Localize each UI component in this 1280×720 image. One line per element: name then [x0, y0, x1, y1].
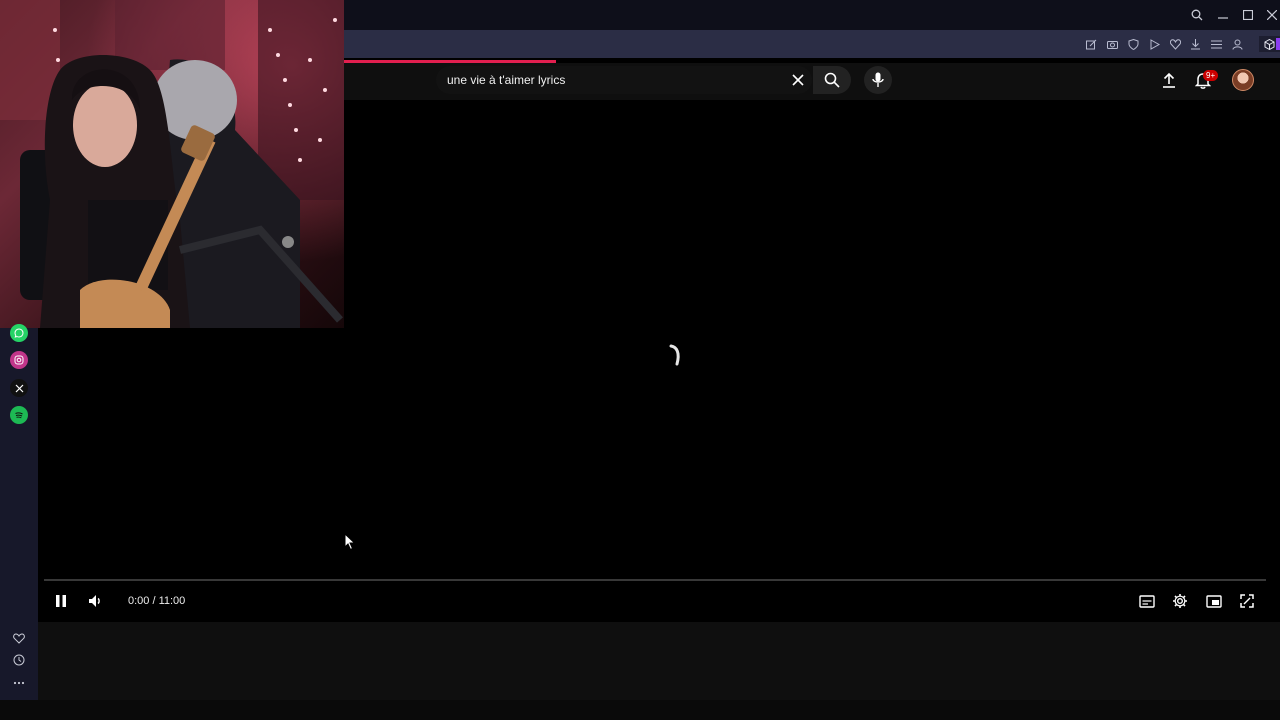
clear-search-icon[interactable] — [789, 71, 807, 89]
upload-button[interactable] — [1159, 70, 1179, 90]
volume-icon — [89, 595, 100, 607]
menu-icon[interactable] — [1208, 36, 1224, 52]
volume-button[interactable] — [85, 590, 107, 612]
pause-button[interactable] — [50, 590, 72, 612]
profile-icon[interactable] — [1229, 36, 1245, 52]
notification-badge: 9+ — [1203, 70, 1219, 81]
search-button[interactable] — [813, 66, 851, 94]
pause-icon — [56, 595, 66, 607]
search-icon — [824, 72, 840, 88]
below-player-area — [38, 622, 1280, 700]
mouse-cursor-icon — [344, 532, 356, 551]
play-icon[interactable] — [1146, 36, 1162, 52]
subtitles-icon — [1139, 594, 1155, 608]
settings-button[interactable] — [1169, 590, 1191, 612]
minimize-icon[interactable] — [1214, 6, 1232, 24]
theater-mode-icon — [1206, 594, 1222, 608]
maximize-icon[interactable] — [1239, 6, 1257, 24]
close-icon[interactable] — [1263, 6, 1280, 24]
progress-bar[interactable] — [44, 579, 1266, 581]
heart-icon[interactable] — [1167, 36, 1183, 52]
voice-search-button[interactable] — [864, 66, 892, 94]
microphone-icon — [872, 72, 884, 87]
subtitles-button[interactable] — [1136, 590, 1158, 612]
x-icon[interactable] — [10, 379, 28, 397]
time-display: 0:00 / 11:00 — [128, 595, 186, 607]
fullscreen-button[interactable] — [1236, 590, 1258, 612]
spotify-icon[interactable] — [10, 406, 28, 424]
search-input[interactable]: une vie à t'aimer lyrics — [447, 73, 565, 87]
avatar[interactable] — [1232, 69, 1254, 91]
whatsapp-icon[interactable] — [10, 324, 28, 342]
search-icon[interactable] — [1188, 6, 1206, 24]
theater-mode-button[interactable] — [1203, 590, 1225, 612]
heart-icon[interactable] — [10, 629, 28, 647]
history-icon[interactable] — [10, 651, 28, 669]
edit-icon[interactable] — [1083, 36, 1099, 52]
fullscreen-icon — [1240, 594, 1254, 608]
more-icon[interactable] — [10, 674, 28, 692]
instagram-icon[interactable] — [10, 351, 28, 369]
bottom-strip — [0, 700, 1280, 720]
loading-spinner — [663, 344, 685, 366]
camera-icon[interactable] — [1104, 36, 1120, 52]
shield-icon[interactable] — [1125, 36, 1141, 52]
video-player[interactable] — [38, 100, 1280, 622]
download-icon[interactable] — [1187, 36, 1203, 52]
sidebar-edge-accent — [1276, 38, 1280, 50]
upload-icon — [1163, 72, 1175, 88]
settings-icon — [1173, 594, 1187, 608]
